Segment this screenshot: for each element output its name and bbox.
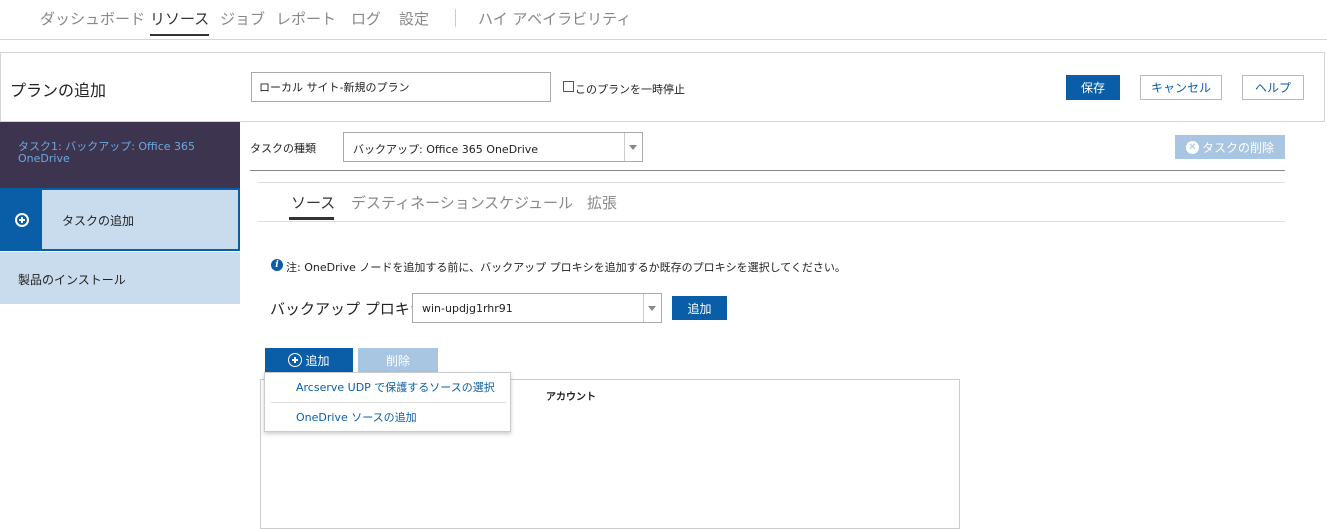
tab-schedule[interactable]: スケジュール bbox=[484, 192, 573, 213]
task-type-value: バックアップ: Office 365 OneDrive bbox=[353, 143, 539, 156]
task-type-select[interactable]: バックアップ: Office 365 OneDrive bbox=[343, 132, 643, 162]
column-header-account: アカウント bbox=[546, 392, 596, 403]
active-tab-indicator bbox=[289, 217, 334, 220]
cancel-button[interactable]: キャンセル bbox=[1140, 75, 1222, 100]
nav-separator bbox=[455, 9, 456, 27]
plus-circle-icon bbox=[15, 212, 29, 227]
add-source-button[interactable]: 追加 bbox=[265, 348, 353, 372]
add-task-icon-box bbox=[2, 190, 42, 249]
divider bbox=[258, 182, 1285, 183]
sidebar-item-add-task[interactable]: タスクの追加 bbox=[0, 188, 240, 251]
delete-task-label: タスクの削除 bbox=[1201, 140, 1274, 155]
menu-item-add-onedrive-source[interactable]: OneDrive ソースの追加 bbox=[265, 404, 510, 432]
top-navigation: ダッシュボード リソース ジョブ レポート ログ 設定 ハイ アベイラビリティ bbox=[0, 0, 1327, 40]
backup-proxy-label: バックアップ プロキシ bbox=[270, 300, 425, 318]
delete-task-button[interactable]: ✕ タスクの削除 bbox=[1175, 135, 1285, 159]
chevron-down-icon[interactable] bbox=[643, 294, 661, 322]
nav-dashboard[interactable]: ダッシュボード bbox=[40, 8, 145, 29]
help-button[interactable]: ヘルプ bbox=[1242, 75, 1304, 100]
add-source-label: 追加 bbox=[305, 353, 330, 368]
menu-item-select-protected-source[interactable]: Arcserve UDP で保護するソースの選択 bbox=[265, 374, 510, 402]
tab-destination[interactable]: デスティネーション bbox=[351, 192, 485, 213]
divider bbox=[250, 170, 1285, 171]
plus-circle-icon bbox=[288, 353, 303, 367]
backup-proxy-select[interactable]: win-updjg1rhr91 bbox=[412, 293, 662, 323]
plan-header: プランの追加 このプランを一時停止 保存 キャンセル ヘルプ bbox=[0, 52, 1325, 122]
sidebar-item-install[interactable]: 製品のインストール bbox=[0, 252, 240, 304]
close-circle-icon: ✕ bbox=[1185, 140, 1199, 154]
plan-name-input[interactable] bbox=[251, 72, 551, 102]
pause-plan-checkbox[interactable] bbox=[563, 81, 574, 92]
install-label: 製品のインストール bbox=[18, 273, 126, 287]
nav-resources[interactable]: リソース bbox=[150, 8, 210, 36]
divider bbox=[258, 221, 1285, 222]
chevron-down-icon[interactable] bbox=[624, 133, 642, 161]
page-title: プランの追加 bbox=[10, 81, 107, 100]
nav-reports[interactable]: レポート bbox=[276, 8, 336, 29]
task-type-label: タスクの種類 bbox=[250, 142, 316, 155]
menu-separator bbox=[271, 402, 506, 403]
proxy-add-button[interactable]: 追加 bbox=[672, 296, 727, 320]
nav-logs[interactable]: ログ bbox=[351, 8, 381, 29]
nav-high-availability[interactable]: ハイ アベイラビリティ bbox=[478, 8, 631, 29]
add-task-label: タスクの追加 bbox=[62, 214, 135, 228]
sidebar-item-task1[interactable]: タスク1: バックアップ: Office 365 OneDrive bbox=[0, 122, 240, 188]
info-icon: i bbox=[271, 259, 283, 271]
tab-source[interactable]: ソース bbox=[291, 192, 335, 213]
backup-proxy-value: win-updjg1rhr91 bbox=[422, 302, 513, 315]
nav-settings[interactable]: 設定 bbox=[399, 8, 429, 29]
save-button[interactable]: 保存 bbox=[1066, 75, 1120, 100]
proxy-note: 注: OneDrive ノードを追加する前に、バックアップ プロキシを追加するか… bbox=[286, 261, 846, 274]
nav-jobs[interactable]: ジョブ bbox=[220, 8, 265, 29]
delete-source-button[interactable]: 削除 bbox=[358, 348, 438, 372]
add-source-menu: Arcserve UDP で保護するソースの選択 OneDrive ソースの追加 bbox=[264, 372, 511, 432]
pause-plan-label: このプランを一時停止 bbox=[575, 83, 685, 96]
tab-advanced[interactable]: 拡張 bbox=[587, 192, 617, 213]
